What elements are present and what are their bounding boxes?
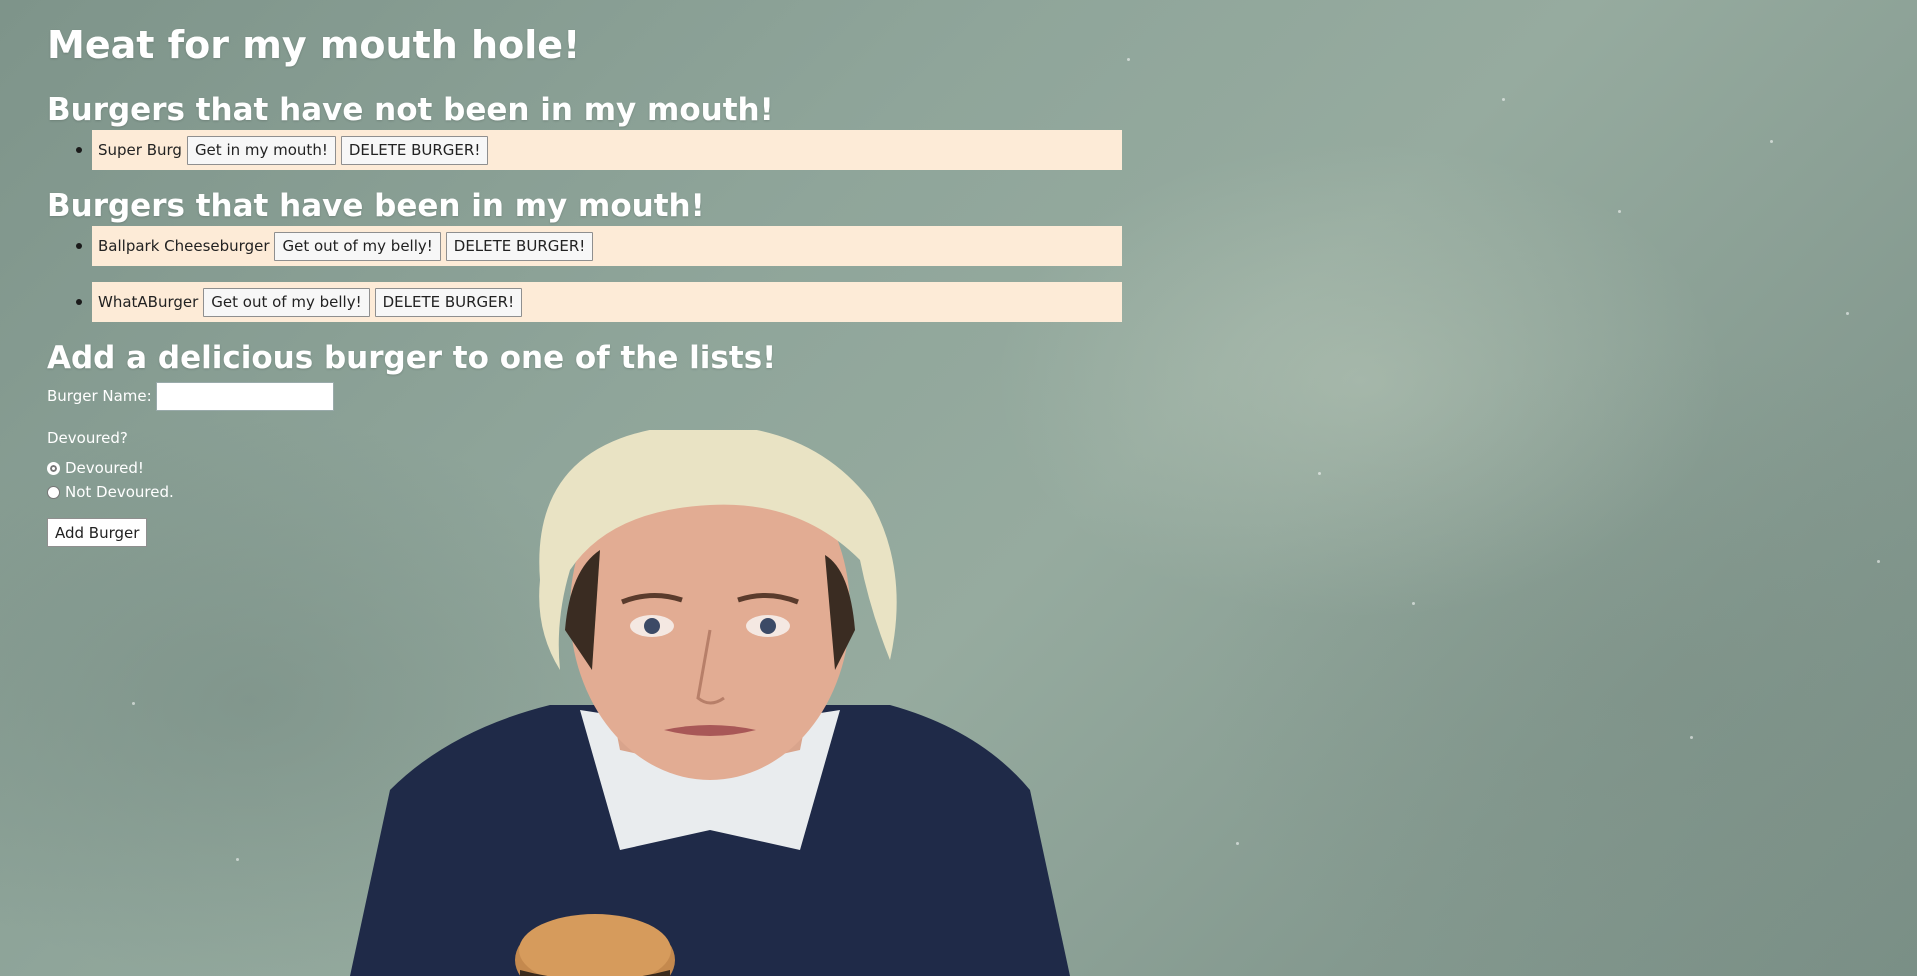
bullet-icon <box>76 243 82 249</box>
background-speck <box>1690 736 1693 739</box>
not-devoured-option-row[interactable]: Not Devoured. <box>47 480 1122 504</box>
burger-name: Ballpark Cheeseburger <box>98 237 270 255</box>
main-content: Meat for my mouth hole! Burgers that hav… <box>47 0 1122 547</box>
devoured-list: Ballpark Cheeseburger Get out of my bell… <box>47 226 1122 322</box>
radio-button-not-devoured[interactable] <box>47 485 60 499</box>
background-speck <box>1412 602 1415 605</box>
burger-name: WhatABurger <box>98 293 199 311</box>
background-speck <box>1127 58 1130 61</box>
burger-item-whataburger: WhatABurger Get out of my belly! DELETE … <box>76 282 1122 322</box>
devoured-option-row[interactable]: Devoured! <box>47 456 1122 480</box>
devoured-heading: Burgers that have been in my mouth! <box>47 188 705 224</box>
add-burger-button[interactable]: Add Burger <box>47 518 148 547</box>
background-speck <box>1318 472 1321 475</box>
devoured-option-label: Devoured! <box>65 459 144 477</box>
page-title: Meat for my mouth hole! <box>47 23 581 67</box>
undevour-button[interactable]: Get out of my belly! <box>274 231 441 261</box>
burger-name: Super Burg <box>98 141 182 159</box>
background-speck <box>1236 842 1239 845</box>
add-burger-heading: Add a delicious burger to one of the lis… <box>47 340 777 376</box>
delete-burger-button[interactable]: DELETE BURGER! <box>340 135 489 165</box>
devoured-question: Devoured? <box>47 429 128 447</box>
background-speck <box>1502 98 1505 101</box>
background-speck <box>1770 140 1773 143</box>
burger-item-super-burg: Super Burg Get in my mouth! DELETE BURGE… <box>76 130 1122 170</box>
burger-name-row: Burger Name: <box>47 380 1122 412</box>
background-speck <box>1877 560 1880 563</box>
background-speck <box>1846 312 1849 315</box>
background-speck <box>1618 210 1621 213</box>
delete-burger-button[interactable]: DELETE BURGER! <box>374 287 523 317</box>
not-devoured-option-label: Not Devoured. <box>65 483 174 501</box>
not-devoured-list: Super Burg Get in my mouth! DELETE BURGE… <box>47 130 1122 170</box>
radio-button-devoured[interactable] <box>47 461 60 475</box>
devour-button[interactable]: Get in my mouth! <box>186 135 336 165</box>
undevour-button[interactable]: Get out of my belly! <box>203 287 370 317</box>
not-devoured-heading: Burgers that have not been in my mouth! <box>47 92 774 128</box>
delete-burger-button[interactable]: DELETE BURGER! <box>445 231 594 261</box>
burger-name-input[interactable] <box>155 381 334 411</box>
burger-name-label: Burger Name: <box>47 387 152 405</box>
burger-item-ballpark-cheeseburger: Ballpark Cheeseburger Get out of my bell… <box>76 226 1122 266</box>
bullet-icon <box>76 147 82 153</box>
add-burger-form: Burger Name: Devoured? Devoured! Not Dev… <box>47 380 1122 547</box>
bullet-icon <box>76 299 82 305</box>
submit-row: Add Burger <box>47 518 1122 547</box>
background-speck <box>236 858 239 861</box>
background-speck <box>132 702 135 705</box>
